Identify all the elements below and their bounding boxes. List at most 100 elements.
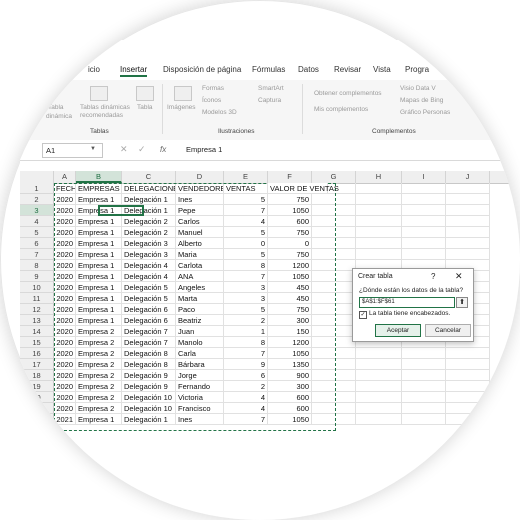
cell[interactable]: Delegación 1 xyxy=(122,414,176,425)
cell[interactable]: Delegación 2 xyxy=(122,216,176,227)
cell[interactable] xyxy=(312,304,356,315)
column-header-c[interactable]: C xyxy=(122,171,176,183)
cell[interactable]: 7 xyxy=(224,271,268,282)
cell[interactable]: 2020 xyxy=(54,348,76,359)
cell[interactable]: 2020 xyxy=(54,194,76,205)
cell[interactable]: Delegación 1 xyxy=(122,205,176,216)
cell[interactable]: Empresa 2 xyxy=(76,348,122,359)
row-header[interactable]: 15 xyxy=(20,337,54,348)
cell[interactable] xyxy=(402,381,446,392)
pivot-table-label-2[interactable]: dinámica xyxy=(46,113,72,120)
cell[interactable] xyxy=(446,205,490,216)
cell[interactable]: 2020 xyxy=(54,403,76,414)
row-header[interactable]: 17 xyxy=(20,359,54,370)
cell[interactable]: Delegación 8 xyxy=(122,359,176,370)
cell[interactable] xyxy=(356,414,402,425)
cell[interactable] xyxy=(356,370,402,381)
cell[interactable] xyxy=(312,293,356,304)
cell[interactable] xyxy=(312,227,356,238)
cell[interactable] xyxy=(312,271,356,282)
cancel-icon[interactable]: ✕ xyxy=(120,143,128,156)
cell[interactable]: 2020 xyxy=(54,282,76,293)
cell[interactable]: VENTAS xyxy=(224,183,268,194)
cell[interactable] xyxy=(312,337,356,348)
tab-insertar[interactable]: Insertar xyxy=(120,65,148,77)
cell[interactable]: 5 xyxy=(224,194,268,205)
cell[interactable] xyxy=(312,359,356,370)
cell[interactable]: Delegación 9 xyxy=(122,370,176,381)
tab-disposicion[interactable]: Disposición de página xyxy=(163,65,241,74)
cell[interactable]: 3 xyxy=(224,282,268,293)
recommended-pivot-button[interactable]: Tablas dinámicas recomendadas xyxy=(80,104,132,120)
shapes-button[interactable]: Formas xyxy=(202,85,224,92)
column-header-a[interactable]: A xyxy=(54,171,76,183)
select-all-corner[interactable] xyxy=(20,171,54,183)
cell[interactable]: 1200 xyxy=(268,260,312,271)
cell[interactable] xyxy=(446,403,490,414)
cell[interactable]: Empresa 1 xyxy=(76,293,122,304)
cell[interactable] xyxy=(402,403,446,414)
cell[interactable]: 1350 xyxy=(268,359,312,370)
row-header[interactable]: 6 xyxy=(20,238,54,249)
cell[interactable]: Empresa 2 xyxy=(76,381,122,392)
cell[interactable]: 600 xyxy=(268,392,312,403)
images-button[interactable]: Imágenes xyxy=(167,104,196,111)
cell[interactable] xyxy=(356,227,402,238)
check-icon[interactable]: ✓ xyxy=(138,143,146,156)
cell[interactable]: 2020 xyxy=(54,326,76,337)
cell[interactable]: Empresa 2 xyxy=(76,403,122,414)
ok-button[interactable]: Aceptar xyxy=(375,324,421,337)
formula-input[interactable]: Empresa 1 xyxy=(186,143,222,156)
cell[interactable]: Empresa 1 xyxy=(76,216,122,227)
tab-inicio[interactable]: icio xyxy=(88,65,100,74)
cell[interactable] xyxy=(402,194,446,205)
cell[interactable]: Delegación 4 xyxy=(122,260,176,271)
cell[interactable]: 2020 xyxy=(54,205,76,216)
cell[interactable]: 2020 xyxy=(54,337,76,348)
people-graph-button[interactable]: Gráfico Personas xyxy=(400,109,450,116)
cell[interactable] xyxy=(356,183,402,194)
close-icon[interactable]: ✕ xyxy=(455,271,463,282)
headers-checkbox-label[interactable]: La tabla tiene encabezados. xyxy=(369,310,450,317)
get-addins-button[interactable]: Obtener complementos xyxy=(314,90,382,97)
cell[interactable]: 300 xyxy=(268,381,312,392)
cell[interactable]: Delegación 6 xyxy=(122,304,176,315)
collapse-dialog-icon[interactable]: ⬆ xyxy=(456,297,468,308)
cell[interactable] xyxy=(446,348,490,359)
cell[interactable] xyxy=(356,216,402,227)
cell[interactable] xyxy=(402,348,446,359)
cell[interactable]: 2020 xyxy=(54,370,76,381)
cell[interactable]: 750 xyxy=(268,194,312,205)
cell[interactable]: 0 xyxy=(268,238,312,249)
cell[interactable]: Empresa 1 xyxy=(76,194,122,205)
my-addins-button[interactable]: Mis complementos xyxy=(314,106,368,113)
cell[interactable] xyxy=(356,392,402,403)
tab-programador[interactable]: Progra xyxy=(405,65,429,74)
cell[interactable]: 2020 xyxy=(54,271,76,282)
cell[interactable]: Francisco xyxy=(176,403,224,414)
cell[interactable] xyxy=(312,370,356,381)
cell[interactable]: 1050 xyxy=(268,271,312,282)
cell[interactable] xyxy=(356,249,402,260)
cell[interactable]: Delegación 3 xyxy=(122,238,176,249)
range-input[interactable]: $A$1:$F$61 xyxy=(359,297,455,308)
row-header[interactable]: 4 xyxy=(20,216,54,227)
column-header-e[interactable]: E xyxy=(224,171,268,183)
cell[interactable]: Empresa 1 xyxy=(76,282,122,293)
cell[interactable]: ANA xyxy=(176,271,224,282)
cell[interactable] xyxy=(402,249,446,260)
cell[interactable]: Delegación 2 xyxy=(122,227,176,238)
cell[interactable]: Marta xyxy=(176,293,224,304)
cell[interactable]: Alberto xyxy=(176,238,224,249)
table-button[interactable]: Tabla xyxy=(137,104,153,111)
cell[interactable] xyxy=(312,238,356,249)
cell[interactable]: Empresa 1 xyxy=(76,315,122,326)
cell[interactable]: 2020 xyxy=(54,315,76,326)
cell[interactable]: 0 xyxy=(224,238,268,249)
cell[interactable] xyxy=(356,348,402,359)
cell[interactable]: 7 xyxy=(224,205,268,216)
cell[interactable]: 5 xyxy=(224,227,268,238)
cell[interactable]: Delegación 5 xyxy=(122,293,176,304)
cell[interactable]: Empresa 2 xyxy=(76,326,122,337)
cell[interactable]: 2020 xyxy=(54,238,76,249)
